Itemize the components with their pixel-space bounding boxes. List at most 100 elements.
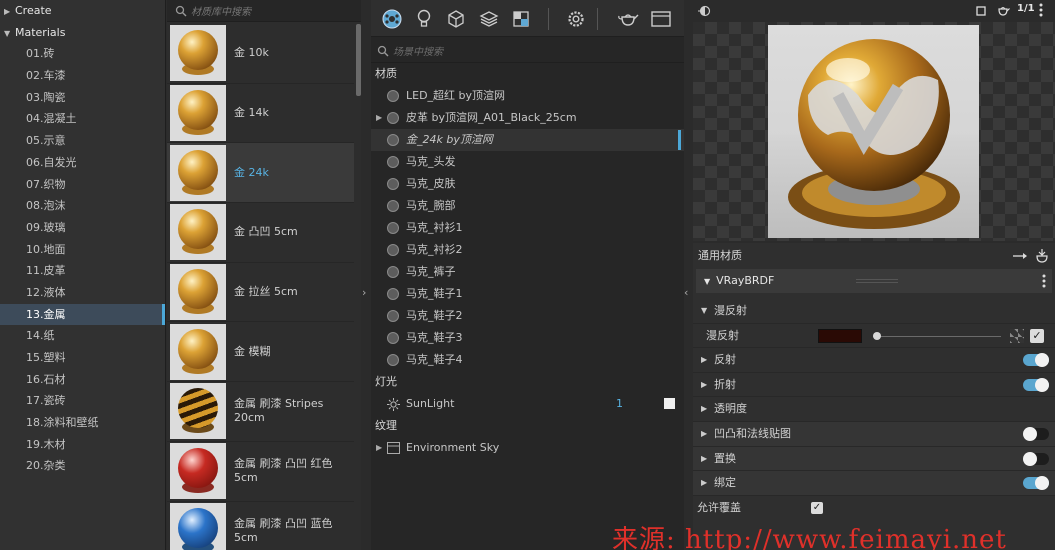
- category-item[interactable]: 12.液体: [0, 282, 165, 304]
- scene-material-row[interactable]: 马克_腕部: [371, 195, 684, 217]
- category-item[interactable]: 09.玻璃: [0, 217, 165, 239]
- library-item[interactable]: 金 14k: [167, 84, 354, 144]
- section-enable-toggle[interactable]: [1023, 426, 1049, 441]
- stop-square-icon[interactable]: [976, 6, 986, 16]
- scene-material-row[interactable]: 马克_皮肤: [371, 173, 684, 195]
- material-assign-icon[interactable]: [1034, 248, 1050, 263]
- collapse-left-icon[interactable]: ‹: [684, 286, 688, 299]
- pin-arrow-icon[interactable]: [1013, 252, 1027, 260]
- caret-right-icon[interactable]: ▶: [376, 437, 382, 459]
- diffuse-amount-slider[interactable]: [873, 335, 1001, 337]
- category-item[interactable]: 14.纸: [0, 325, 165, 347]
- property-section-row[interactable]: ▶ 置换: [693, 446, 1055, 472]
- category-item[interactable]: 01.砖: [0, 43, 165, 65]
- category-item[interactable]: 08.泡沫: [0, 195, 165, 217]
- collapse-right-icon[interactable]: ›: [362, 286, 366, 299]
- category-item[interactable]: 02.车漆: [0, 65, 165, 87]
- caret-right-icon[interactable]: ▶: [701, 373, 707, 398]
- scene-material-row[interactable]: ▶ 皮革 by顶渲网_A01_Black_25cm: [371, 107, 684, 129]
- category-item[interactable]: 15.塑料: [0, 347, 165, 369]
- property-section-row[interactable]: ▶ 绑定: [693, 471, 1055, 496]
- category-item[interactable]: 17.瓷砖: [0, 390, 165, 412]
- materials-tab-icon[interactable]: [381, 8, 403, 30]
- render-elements-icon[interactable]: [510, 8, 532, 30]
- caret-down-icon[interactable]: ▼: [701, 299, 707, 324]
- scene-material-row[interactable]: 马克_衬衫2: [371, 239, 684, 261]
- library-item[interactable]: 金 模糊: [167, 322, 354, 383]
- category-item[interactable]: 05.示意: [0, 130, 165, 152]
- teapot-render-icon[interactable]: [617, 8, 639, 30]
- caret-down-icon[interactable]: ▼: [704, 277, 710, 286]
- layers-icon[interactable]: [478, 8, 500, 30]
- preview-ratio[interactable]: 1/1: [1017, 3, 1035, 14]
- drag-handle[interactable]: [856, 279, 898, 283]
- library-item[interactable]: 金属 刷漆 Stripes 20cm: [167, 382, 354, 442]
- scene-search-input[interactable]: 场景中搜索: [371, 39, 684, 63]
- section-enable-toggle[interactable]: [1023, 476, 1049, 491]
- scene-light-row[interactable]: SunLight 1: [371, 393, 684, 415]
- library-search-input[interactable]: 材质库中搜索: [167, 0, 361, 22]
- category-item[interactable]: 11.皮革: [0, 260, 165, 282]
- section-enable-toggle[interactable]: [1023, 451, 1049, 466]
- library-item[interactable]: 金属 刷漆 凸凹 红色 5cm: [167, 442, 354, 502]
- diffuse-texture-slot[interactable]: [1010, 328, 1024, 343]
- scene-material-row[interactable]: 马克_裤子: [371, 261, 684, 283]
- preview-teapot-icon[interactable]: [996, 4, 1010, 17]
- category-item[interactable]: 06.自发光: [0, 152, 165, 174]
- library-item[interactable]: 金属 刷漆 凸凹 蓝色 5cm: [167, 502, 354, 550]
- scene-material-row[interactable]: 马克_鞋子3: [371, 327, 684, 349]
- category-item[interactable]: 07.织物: [0, 174, 165, 196]
- frame-buffer-icon[interactable]: [650, 8, 672, 30]
- scene-material-row[interactable]: 马克_头发: [371, 151, 684, 173]
- property-section-row[interactable]: ▶ 透明度: [693, 397, 1055, 422]
- category-item[interactable]: 18.涂料和壁纸: [0, 412, 165, 434]
- brdf-layer-bar[interactable]: ▼ VRayBRDF: [696, 269, 1052, 293]
- tree-item-materials[interactable]: ▼ Materials: [0, 22, 165, 44]
- diffuse-color-swatch[interactable]: [818, 328, 862, 343]
- property-section-row[interactable]: ▶ 折射: [693, 373, 1055, 398]
- light-enable-checkbox[interactable]: [664, 398, 675, 409]
- scene-material-row[interactable]: 马克_鞋子2: [371, 305, 684, 327]
- section-enable-toggle[interactable]: [1023, 353, 1049, 368]
- caret-right-icon[interactable]: ▶: [701, 447, 707, 472]
- category-item[interactable]: 16.石材: [0, 369, 165, 391]
- caret-right-icon[interactable]: ▶: [4, 1, 15, 23]
- preview-mode-icon[interactable]: [698, 5, 712, 17]
- caret-right-icon[interactable]: ▶: [701, 471, 707, 496]
- section-enable-toggle[interactable]: [1023, 377, 1049, 392]
- more-vertical-icon[interactable]: [1042, 274, 1046, 288]
- category-item[interactable]: 03.陶瓷: [0, 87, 165, 109]
- geometry-cube-icon[interactable]: [445, 8, 467, 30]
- scene-material-row[interactable]: LED_超红 by顶渲网: [371, 85, 684, 107]
- category-item[interactable]: 20.杂类: [0, 455, 165, 477]
- category-item[interactable]: 10.地面: [0, 239, 165, 261]
- library-item[interactable]: 金 凸凹 5cm: [167, 203, 354, 263]
- property-section-row[interactable]: ▶ 反射: [693, 348, 1055, 373]
- more-vertical-icon[interactable]: [1039, 3, 1043, 17]
- category-item[interactable]: 13.金属: [0, 303, 165, 326]
- diffuse-section-row[interactable]: ▼ 漫反射: [693, 299, 1055, 324]
- scene-material-row[interactable]: 马克_衬衫1: [371, 217, 684, 239]
- scene-material-row[interactable]: 金_24k by顶渲网: [371, 129, 684, 151]
- caret-down-icon[interactable]: ▼: [4, 23, 15, 45]
- light-bulb-icon[interactable]: [413, 8, 435, 30]
- tree-item-create[interactable]: ▶ Create: [0, 0, 165, 22]
- caret-right-icon[interactable]: ▶: [701, 348, 707, 373]
- caret-right-icon[interactable]: ▶: [701, 422, 707, 447]
- library-item[interactable]: 金 10k: [167, 24, 354, 84]
- property-section-row[interactable]: ▶ 凹凸和法线贴图: [693, 421, 1055, 447]
- library-scrollbar[interactable]: [356, 24, 361, 96]
- settings-gear-icon[interactable]: [565, 8, 587, 30]
- library-item[interactable]: 金 24k: [167, 143, 354, 204]
- scene-texture-row[interactable]: ▶ Environment Sky: [371, 437, 684, 459]
- diffuse-slider-handle[interactable]: [873, 331, 881, 340]
- category-item[interactable]: 04.混凝土: [0, 108, 165, 130]
- caret-right-icon[interactable]: ▶: [701, 397, 707, 422]
- library-item[interactable]: 金 拉丝 5cm: [167, 263, 354, 323]
- category-item[interactable]: 19.木材: [0, 434, 165, 456]
- caret-right-icon[interactable]: ▶: [376, 107, 382, 129]
- allow-override-checkbox[interactable]: ✓: [811, 501, 823, 514]
- scene-material-row[interactable]: 马克_鞋子4: [371, 349, 684, 371]
- diffuse-enable-checkbox[interactable]: ✓: [1030, 328, 1044, 343]
- scene-material-row[interactable]: 马克_鞋子1: [371, 283, 684, 305]
